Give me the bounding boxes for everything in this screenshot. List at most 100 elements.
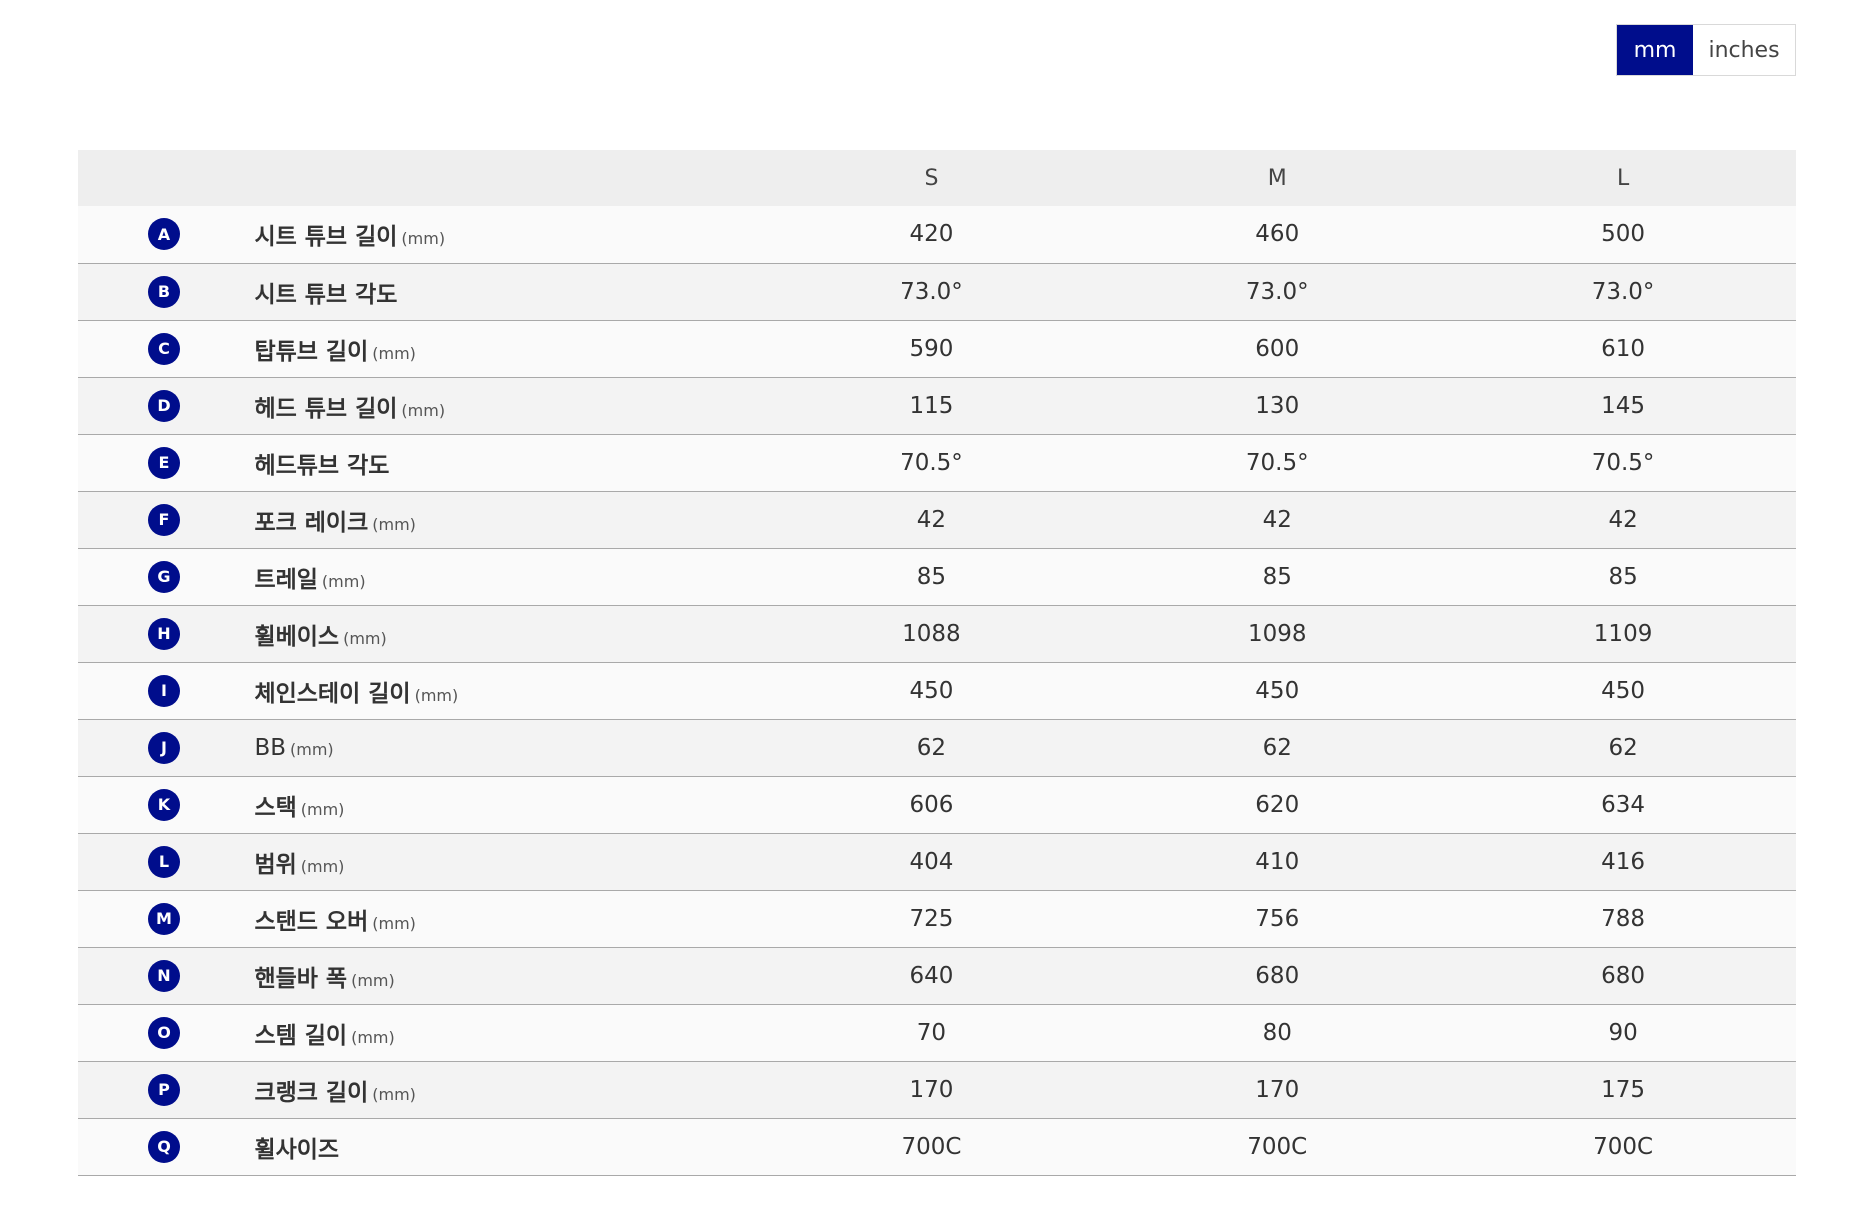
measurement-name: 휠사이즈 xyxy=(254,1136,340,1163)
table-row: K 스택 (mm) 606 620 634 xyxy=(78,776,1796,833)
value-size-m: 620 xyxy=(1255,791,1300,818)
letter-badge: G xyxy=(148,560,180,593)
header-name xyxy=(254,150,758,206)
letter-badge: K xyxy=(148,788,180,821)
letter-badge: F xyxy=(148,503,180,536)
measurement-name-cell: 휠사이즈 xyxy=(254,1118,758,1175)
measurement-unit: (mm) xyxy=(300,856,345,876)
value-size-m: 450 xyxy=(1255,677,1300,704)
measurement-unit: (mm) xyxy=(321,571,366,591)
value-size-m: 700C xyxy=(1247,1133,1308,1160)
table-row: M 스탠드 오버 (mm) 725 756 788 xyxy=(78,890,1796,947)
measurement-unit: (mm) xyxy=(372,913,416,933)
value-size-s: 640 xyxy=(909,962,954,989)
measurement-name-cell: 트레일 (mm) xyxy=(254,548,758,605)
header-size-s: S xyxy=(924,165,939,191)
value-size-s: 450 xyxy=(909,677,954,704)
value-size-l: 42 xyxy=(1608,506,1638,533)
letter-badge: O xyxy=(148,1016,180,1049)
value-size-l: 73.0° xyxy=(1591,278,1655,305)
value-size-s: 85 xyxy=(916,563,947,590)
measurement-name-cell: BB (mm) xyxy=(254,719,758,776)
measurement-unit: (mm) xyxy=(372,514,416,534)
value-size-l: 788 xyxy=(1601,905,1646,932)
measurement-name-cell: 헤드 튜브 길이 (mm) xyxy=(254,377,758,434)
measurement-name: 크랭크 길이 xyxy=(254,1079,369,1106)
letter-badge: M xyxy=(148,902,180,935)
value-size-m: 170 xyxy=(1255,1076,1300,1103)
value-size-l: 70.5° xyxy=(1591,449,1655,476)
letter-badge: C xyxy=(148,332,180,365)
measurement-name-cell: 시트 튜브 길이 (mm) xyxy=(254,206,758,263)
unit-inches-button[interactable]: inches xyxy=(1693,25,1795,75)
measurement-name-cell: 범위 (mm) xyxy=(254,833,758,890)
letter-cell: K xyxy=(78,776,254,833)
letter-badge: Q xyxy=(148,1130,180,1163)
value-size-m: 80 xyxy=(1262,1019,1292,1046)
letter-cell: F xyxy=(78,491,254,548)
table-row: B 시트 튜브 각도 73.0° 73.0° 73.0° xyxy=(78,263,1796,320)
value-size-s: 70 xyxy=(916,1019,947,1046)
value-size-m: 130 xyxy=(1255,392,1300,419)
measurement-unit: (mm) xyxy=(372,1084,416,1104)
value-size-m: 42 xyxy=(1262,506,1292,533)
measurement-name-cell: 헤드튜브 각도 xyxy=(254,434,758,491)
value-size-m: 410 xyxy=(1255,848,1300,875)
value-size-s: 404 xyxy=(909,848,954,875)
table-row: F 포크 레이크 (mm) 42 42 42 xyxy=(78,491,1796,548)
letter-cell: E xyxy=(78,434,254,491)
value-size-m: 600 xyxy=(1255,335,1300,362)
measurement-name: 시트 튜브 길이 xyxy=(254,224,398,251)
letter-badge: I xyxy=(148,674,180,707)
measurement-name: 범위 xyxy=(254,851,297,878)
letter-cell: B xyxy=(78,263,254,320)
value-size-l: 85 xyxy=(1608,563,1638,590)
unit-toggle: mm inches xyxy=(1616,24,1796,76)
measurement-name: 포크 레이크 xyxy=(254,509,369,536)
table-row: L 범위 (mm) 404 410 416 xyxy=(78,833,1796,890)
value-size-l: 416 xyxy=(1601,848,1646,875)
header-size-l: L xyxy=(1616,165,1630,191)
table-row: J BB (mm) 62 62 62 xyxy=(78,719,1796,776)
value-size-s: 170 xyxy=(909,1076,954,1103)
measurement-name: 체인스테이 길이 xyxy=(254,680,411,707)
measurement-name: 스탠드 오버 xyxy=(254,908,369,935)
letter-badge: H xyxy=(148,617,180,650)
value-size-s: 42 xyxy=(916,506,947,533)
value-size-m: 460 xyxy=(1255,221,1300,248)
measurement-unit: (mm) xyxy=(401,400,446,420)
letter-cell: J xyxy=(78,719,254,776)
measurement-name-cell: 크랭크 길이 (mm) xyxy=(254,1061,758,1118)
value-size-s: 606 xyxy=(909,791,954,818)
letter-badge: N xyxy=(148,959,180,992)
measurement-unit: (mm) xyxy=(290,739,334,759)
table-row: D 헤드 튜브 길이 (mm) 115 130 145 xyxy=(78,377,1796,434)
unit-mm-button[interactable]: mm xyxy=(1617,25,1693,75)
measurement-unit: (mm) xyxy=(351,970,395,990)
header-letter xyxy=(78,150,254,206)
measurement-unit: (mm) xyxy=(372,343,416,363)
value-size-m: 73.0° xyxy=(1245,278,1309,305)
value-size-s: 590 xyxy=(909,335,954,362)
letter-cell: M xyxy=(78,890,254,947)
table-header-row: S M L xyxy=(78,150,1796,206)
table-row: N 핸들바 폭 (mm) 640 680 680 xyxy=(78,947,1796,1004)
measurement-unit: (mm) xyxy=(401,229,446,249)
measurement-name: 휠베이스 xyxy=(254,623,340,650)
measurement-name-cell: 탑튜브 길이 (mm) xyxy=(254,320,758,377)
measurement-name-cell: 체인스테이 길이 (mm) xyxy=(254,662,758,719)
letter-cell: N xyxy=(78,947,254,1004)
measurement-name-cell: 휠베이스 (mm) xyxy=(254,605,758,662)
table-row: G 트레일 (mm) 85 85 85 xyxy=(78,548,1796,605)
table-row: E 헤드튜브 각도 70.5° 70.5° 70.5° xyxy=(78,434,1796,491)
measurement-name-cell: 스택 (mm) xyxy=(254,776,758,833)
value-size-l: 1109 xyxy=(1593,620,1653,647)
measurement-unit: (mm) xyxy=(343,628,387,648)
letter-cell: Q xyxy=(78,1118,254,1175)
value-size-s: 73.0° xyxy=(900,278,963,305)
table-row: Q 휠사이즈 700C 700C 700C xyxy=(78,1118,1796,1175)
value-size-l: 90 xyxy=(1608,1019,1638,1046)
table-row: C 탑튜브 길이 (mm) 590 600 610 xyxy=(78,320,1796,377)
measurement-name: 헤드 튜브 길이 xyxy=(254,395,398,422)
measurement-name-cell: 스템 길이 (mm) xyxy=(254,1004,758,1061)
